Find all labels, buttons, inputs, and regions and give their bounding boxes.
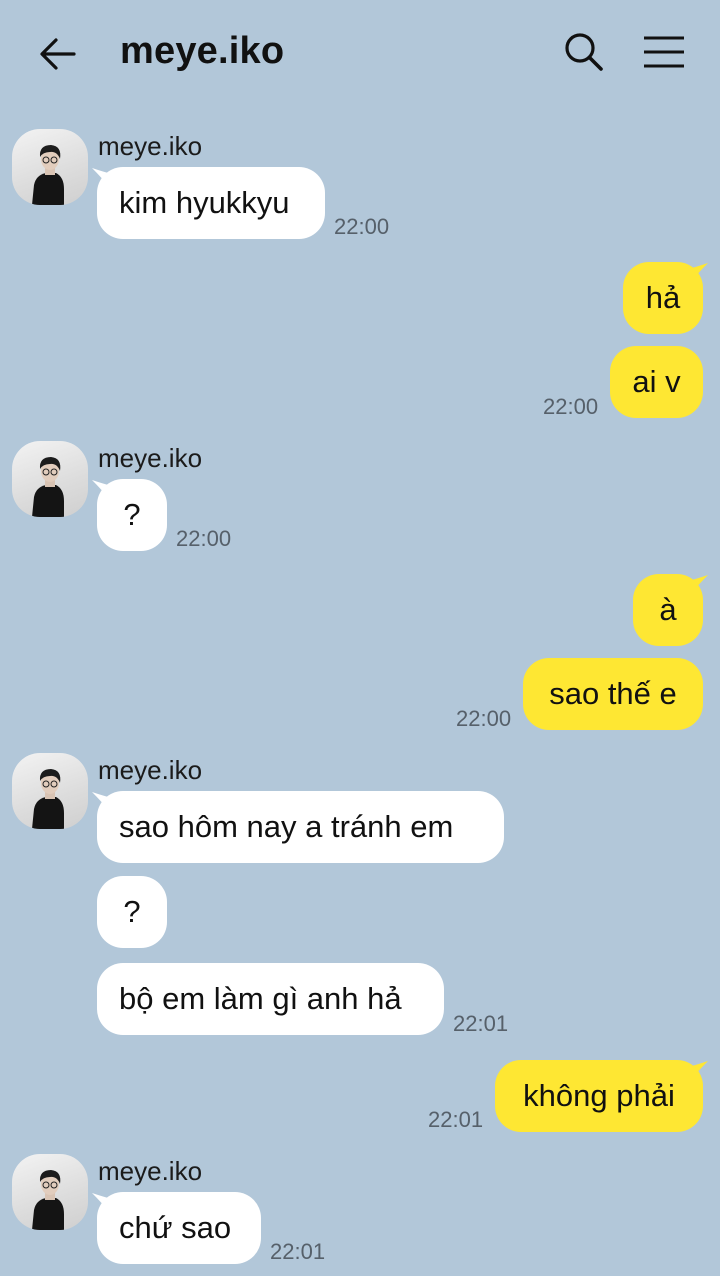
message-time: 22:00 — [334, 214, 390, 239]
avatar-photo-icon — [32, 769, 64, 829]
message-time: 22:01 — [453, 1011, 509, 1036]
sender-avatar[interactable] — [12, 129, 88, 205]
sender-avatar[interactable] — [12, 753, 88, 829]
incoming-message[interactable]: bộ em làm gì anh hả — [97, 963, 444, 1035]
avatar-photo-icon — [32, 145, 64, 205]
outgoing-message[interactable]: ai v — [610, 346, 703, 418]
search-button[interactable] — [562, 30, 606, 74]
sender-name: meye.iko — [98, 131, 203, 161]
incoming-message[interactable]: sao hôm nay a tránh em — [97, 791, 504, 863]
back-button[interactable] — [36, 34, 80, 74]
incoming-message[interactable]: ? — [97, 479, 167, 551]
avatar-photo-icon — [32, 1170, 64, 1230]
sender-name: meye.iko — [98, 1156, 203, 1186]
hamburger-menu-icon — [644, 36, 684, 68]
message-time: 22:01 — [270, 1239, 326, 1264]
message-time: 22:00 — [543, 394, 599, 419]
sender-name: meye.iko — [98, 443, 203, 473]
outgoing-message[interactable]: à — [633, 574, 703, 646]
sender-avatar[interactable] — [12, 1154, 88, 1230]
incoming-message[interactable]: ? — [97, 876, 167, 948]
message-time: 22:01 — [428, 1107, 484, 1132]
message-time: 22:00 — [456, 706, 512, 731]
outgoing-message[interactable]: không phải — [495, 1060, 703, 1132]
search-icon — [565, 33, 603, 71]
sender-name: meye.iko — [98, 755, 203, 785]
outgoing-message[interactable]: hả — [623, 262, 703, 334]
incoming-message[interactable]: chứ sao — [97, 1192, 261, 1264]
message-time: 22:00 — [176, 526, 232, 551]
sender-avatar[interactable] — [12, 441, 88, 517]
avatar-photo-icon — [32, 457, 64, 517]
chat-title: meye.iko — [120, 30, 285, 72]
incoming-message[interactable]: kim hyukkyu — [97, 167, 325, 239]
chat-header: meye.iko — [0, 0, 720, 106]
outgoing-message[interactable]: sao thế e — [523, 658, 703, 730]
menu-button[interactable] — [642, 34, 686, 72]
arrow-left-icon — [40, 38, 76, 70]
